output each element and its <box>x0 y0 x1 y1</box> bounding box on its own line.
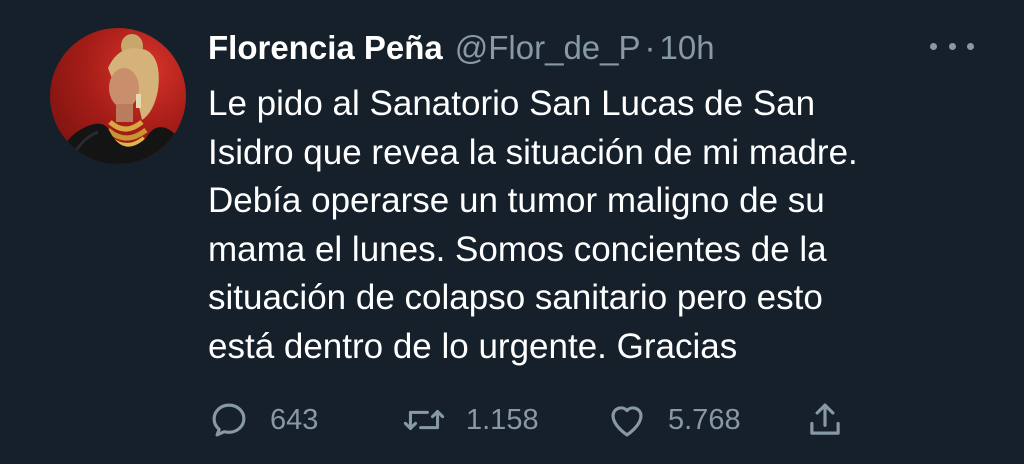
like-button[interactable]: 5.768 <box>606 398 741 442</box>
heart-icon <box>611 406 643 437</box>
author-handle[interactable]: @Flor_de_P <box>455 29 641 67</box>
tweet-header: Florencia Peña @Flor_de_P · 10h <box>208 26 715 70</box>
like-count: 5.768 <box>668 403 741 436</box>
tweet-actions: 643 1.158 5.768 <box>208 398 908 442</box>
more-button[interactable] <box>930 34 974 58</box>
tweet[interactable]: Florencia Peña @Flor_de_P · 10h Le pido … <box>0 0 1024 464</box>
share-icon <box>810 403 840 435</box>
retweet-count: 1.158 <box>466 403 539 436</box>
share-button[interactable] <box>804 398 846 442</box>
reply-icon <box>212 403 246 437</box>
more-icon <box>930 42 937 50</box>
reply-count: 643 <box>270 403 319 436</box>
avatar-image <box>58 34 186 164</box>
reply-button[interactable]: 643 <box>208 398 318 442</box>
avatar[interactable] <box>50 28 186 164</box>
author-display-name[interactable]: Florencia Peña <box>208 29 443 67</box>
tweet-timestamp[interactable]: 10h <box>660 29 715 67</box>
separator-dot: · <box>644 29 656 66</box>
tweet-text: Le pido al Sanatorio San Lucas de San Is… <box>208 84 858 366</box>
retweet-button[interactable]: 1.158 <box>402 398 539 442</box>
retweet-icon <box>403 410 445 430</box>
